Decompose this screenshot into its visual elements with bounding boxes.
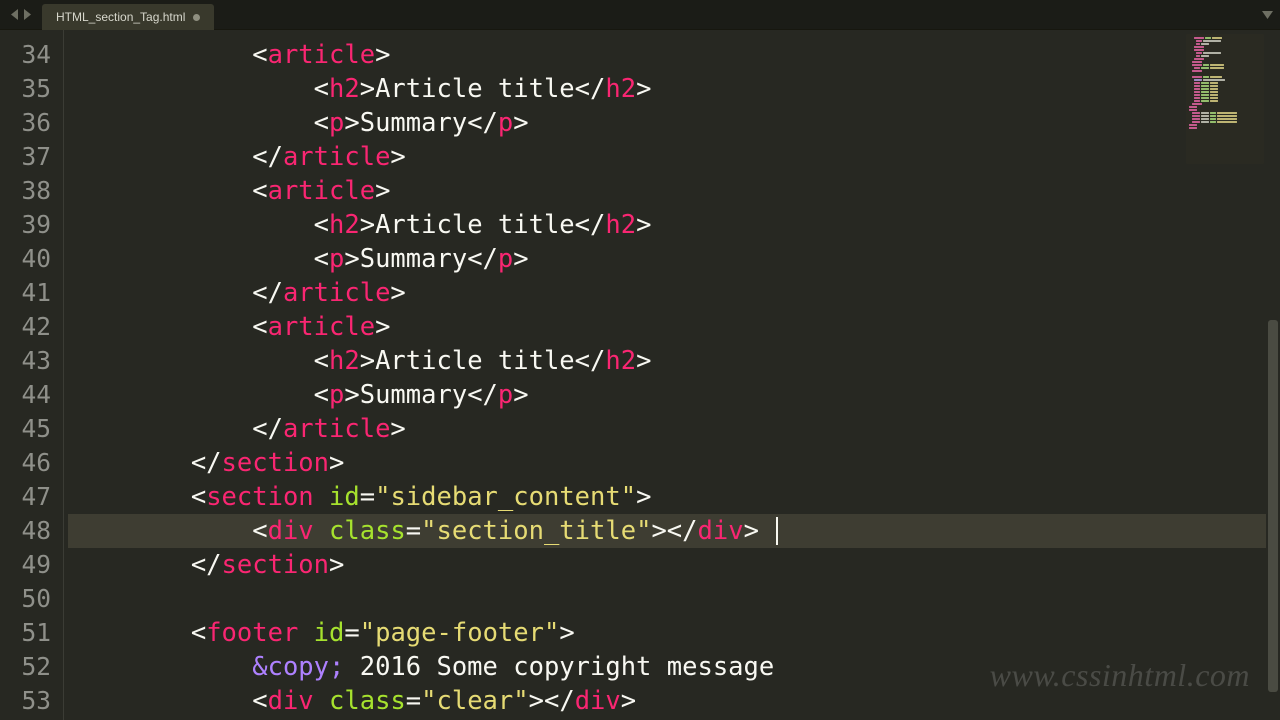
minimap[interactable] xyxy=(1186,34,1264,164)
chevron-down-icon xyxy=(1262,11,1273,19)
scrollbar-thumb[interactable] xyxy=(1268,320,1278,693)
tab-overflow-button[interactable] xyxy=(1254,0,1280,29)
file-tab-label: HTML_section_Tag.html xyxy=(56,10,185,24)
code-content[interactable]: <article> <h2>Article title</h2> <p>Summ… xyxy=(64,30,1280,720)
tab-nav-arrows[interactable] xyxy=(0,0,42,29)
file-tab[interactable]: HTML_section_Tag.html xyxy=(42,4,214,30)
line-number-gutter: 3435363738394041424344454647484950515253 xyxy=(0,30,64,720)
tab-next-icon xyxy=(22,9,31,20)
dirty-indicator-icon xyxy=(193,14,200,21)
tab-bar: HTML_section_Tag.html xyxy=(0,0,1280,30)
code-editor[interactable]: 3435363738394041424344454647484950515253… xyxy=(0,30,1280,720)
tab-prev-icon xyxy=(11,9,20,20)
vertical-scrollbar[interactable] xyxy=(1266,30,1280,720)
